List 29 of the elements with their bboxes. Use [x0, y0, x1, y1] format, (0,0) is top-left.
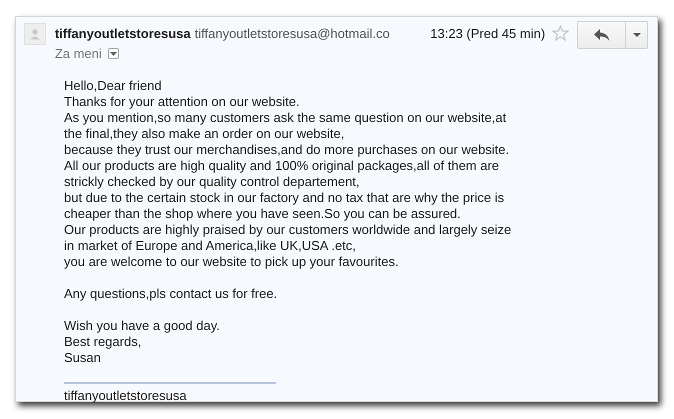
more-dropdown[interactable] [626, 21, 648, 49]
message-line: the final,they also make an order on our website, [64, 126, 346, 142]
message-line: Our products are highly praised by our customers worldwide and largely seize [64, 222, 512, 238]
recipient-label: Za meni [54, 46, 102, 61]
reply-button[interactable] [577, 21, 626, 49]
caret-icon [110, 52, 117, 56]
details-dropdown[interactable] [108, 48, 119, 59]
caret-icon [632, 33, 641, 37]
message-line: in market of Europe and America,like UK,USA .etc, [64, 238, 357, 254]
message-line: Susan [64, 350, 102, 366]
star-icon[interactable] [552, 25, 570, 41]
message-line: Any questions,pls contact us for free. [64, 286, 278, 302]
message-line: Thanks for your attention on our website. [64, 94, 301, 110]
message-line: because they trust our merchandises,and do more purchases on our website. [64, 142, 510, 158]
message-line: As you mention,so many customers ask the same question on our website,at [64, 110, 508, 126]
message-line: Best regards, [64, 334, 142, 350]
message-line: Hello,Dear friend [64, 78, 163, 94]
message-time: 13:23 (Pred 45 min) [430, 26, 546, 41]
message-line: strickly checked by our quality control departement, [64, 174, 361, 190]
message-line: All our products are high quality and 100% original packages,all of them are [64, 158, 500, 174]
signature: tiffanyoutletstoresusa [64, 388, 188, 404]
sender-email: tiffanyoutletstoresusa@hotmail.co [194, 26, 390, 41]
message-line: Wish you have a good day. [64, 318, 221, 334]
avatar-icon [24, 23, 46, 45]
message-line: cheaper than the shop where you have seen.So you can be assured. [64, 206, 462, 222]
message-line: you are welcome to our website to pick up your favourites. [64, 254, 400, 270]
message-line: but due to the certain stock in our factory and no tax that are why the price is [64, 190, 506, 206]
sender-name: tiffanyoutletstoresusa [54, 26, 191, 41]
reply-icon [594, 29, 610, 41]
